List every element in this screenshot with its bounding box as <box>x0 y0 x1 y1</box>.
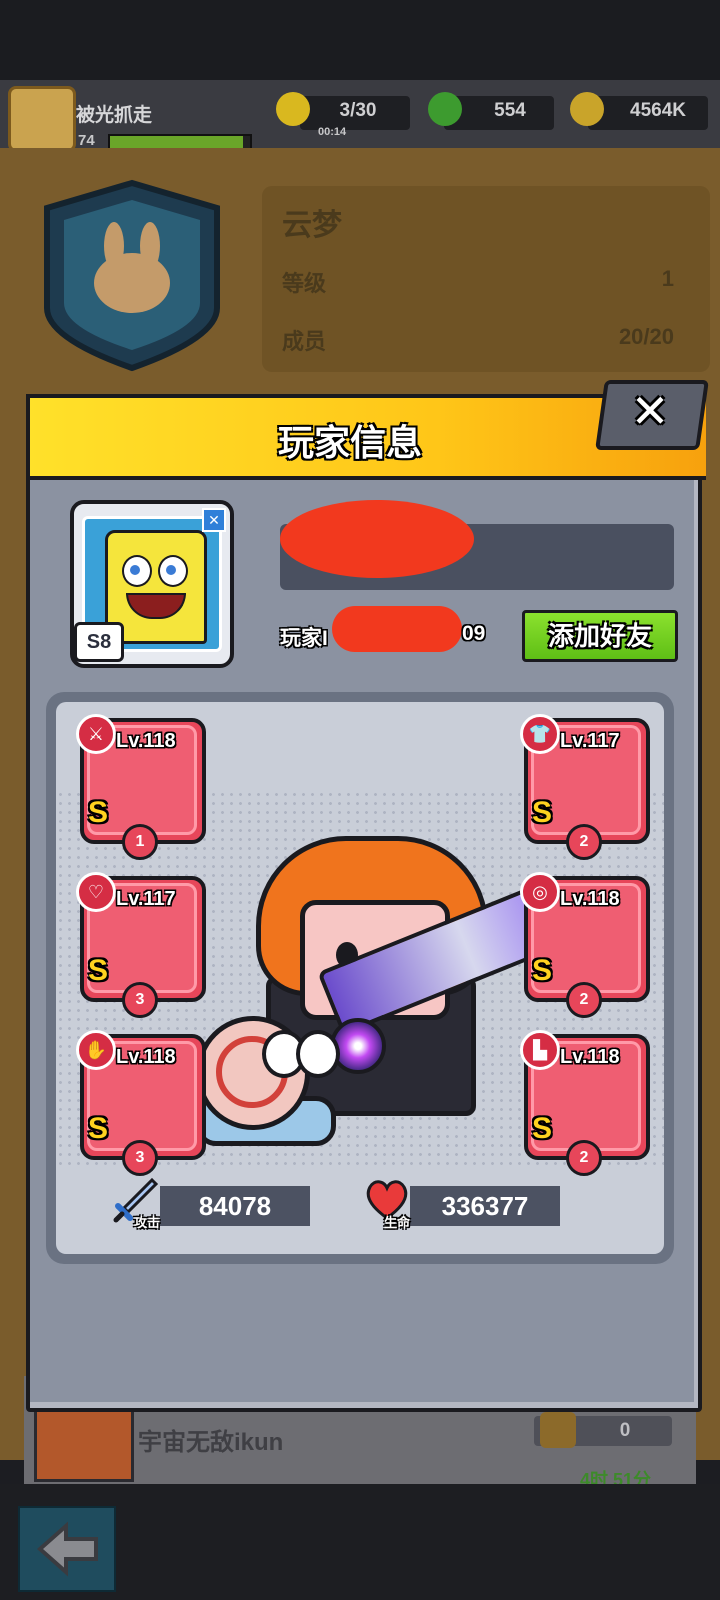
pet-eye <box>296 1030 340 1078</box>
member-name: 宇宙无敌ikun <box>138 1429 284 1456</box>
redaction-mark <box>332 606 462 652</box>
equip-level: Lv.118 <box>560 1046 620 1068</box>
close-icon[interactable]: ✕ <box>620 380 680 442</box>
back-button[interactable] <box>18 1506 116 1592</box>
guild-members-value: 20/20 <box>618 324 674 349</box>
equip-grade: S <box>88 954 109 987</box>
sword-icon: ⚔ <box>76 714 116 754</box>
equip-grade: S <box>532 1112 553 1145</box>
player-id-prefix: 玩家I <box>280 627 328 650</box>
energy-value: 3/30 <box>339 100 377 121</box>
attack-label: 攻击 <box>134 1215 161 1230</box>
equip-grade: S <box>532 954 553 987</box>
member-trophy-value: 0 <box>619 1420 631 1441</box>
energy-timer: 00:14 <box>318 126 347 138</box>
shirt-icon: 👕 <box>520 714 560 754</box>
guild-members-label: 成员 <box>282 329 327 354</box>
player-level: 74 <box>78 132 95 149</box>
equip-grade: S <box>532 796 553 829</box>
guild-level-value: 1 <box>661 266 674 291</box>
equip-grade: S <box>88 1112 109 1145</box>
hp-stat-box: 336377 <box>410 1186 560 1226</box>
gem-value: 554 <box>494 100 526 121</box>
equip-star-badge: 2 <box>566 1140 602 1176</box>
equip-star-badge: 2 <box>566 824 602 860</box>
gem-add-icon[interactable] <box>428 92 462 126</box>
player-name: 被光抓走 <box>76 105 153 126</box>
belt-icon: ◎ <box>520 872 560 912</box>
gold-value: 4564K <box>630 100 686 121</box>
player-avatar[interactable] <box>8 86 76 152</box>
equip-level: Lv.118 <box>116 730 176 752</box>
energy-icon[interactable] <box>276 92 310 126</box>
equip-level: Lv.118 <box>560 888 620 910</box>
boot-icon: ▙ <box>520 1030 560 1070</box>
add-friend-button[interactable]: 添加好友 <box>522 610 678 662</box>
gold-add-icon[interactable] <box>570 92 604 126</box>
equip-star-badge: 3 <box>122 982 158 1018</box>
equip-star-badge: 3 <box>122 1140 158 1176</box>
equip-level: Lv.118 <box>116 1046 176 1068</box>
hp-label: 生命 <box>384 1215 411 1230</box>
equip-grade: S <box>88 796 109 829</box>
glove-icon: ✋ <box>76 1030 116 1070</box>
guild-name: 云梦 <box>282 209 342 242</box>
hp-value: 336377 <box>441 1191 529 1221</box>
equip-star-badge: 2 <box>566 982 602 1018</box>
necklace-icon: ♡ <box>76 872 116 912</box>
dialog-title: 玩家信息 <box>277 422 422 463</box>
guild-emblem-icon <box>44 179 220 372</box>
equip-level: Lv.117 <box>116 888 176 910</box>
player-id-suffix: 09 <box>462 622 486 645</box>
attack-value: 84078 <box>198 1191 272 1221</box>
back-arrow-icon <box>36 1521 98 1577</box>
equip-star-badge: 1 <box>122 824 158 860</box>
season-badge: S8 <box>74 622 124 662</box>
verified-icon: ✕ <box>202 508 226 532</box>
equip-level: Lv.117 <box>560 730 620 752</box>
guild-level-label: 等级 <box>282 271 327 296</box>
status-strip <box>0 0 720 80</box>
trophy-icon <box>540 1412 576 1448</box>
redaction-mark <box>280 500 474 578</box>
attack-stat-box: 84078 <box>160 1186 310 1226</box>
